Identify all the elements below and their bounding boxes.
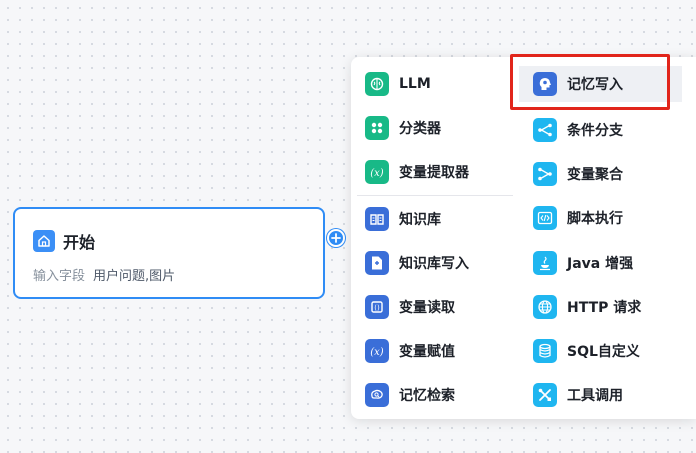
menu-item-http-request[interactable]: HTTP 请求 <box>519 289 682 325</box>
menu-item-label: 变量读取 <box>399 300 455 316</box>
input-field-value: 用户问题,图片 <box>93 269 176 284</box>
code-icon <box>533 206 557 230</box>
svg-text:(x): (x) <box>370 168 384 179</box>
book-icon <box>365 207 389 231</box>
database-icon <box>533 339 557 363</box>
tools-icon <box>533 383 557 407</box>
variable-x-icon: (x) <box>365 339 389 363</box>
menu-item-label: 脚本执行 <box>567 211 623 227</box>
menu-item-label: 变量聚合 <box>567 167 623 183</box>
start-node-input-field: 输入字段 用户问题,图片 <box>33 265 175 284</box>
menu-item-knowledge-base-write[interactable]: 知识库写入 <box>351 245 513 281</box>
grid-dots-icon <box>365 116 389 140</box>
brain-icon <box>365 72 389 96</box>
menu-item-memory-write[interactable]: 记忆写入 <box>519 66 682 102</box>
start-node[interactable]: 开始 输入字段 用户问题,图片 <box>13 207 325 299</box>
java-icon <box>533 251 557 275</box>
menu-item-memory-retrieval[interactable]: 记忆检索 <box>351 377 513 413</box>
menu-item-knowledge-base[interactable]: 知识库 <box>351 201 513 237</box>
menu-item-tool-call[interactable]: 工具调用 <box>519 377 682 413</box>
menu-item-label: 工具调用 <box>567 388 623 404</box>
menu-item-classifier[interactable]: 分类器 <box>351 110 513 146</box>
globe-icon <box>533 295 557 319</box>
menu-item-label: 知识库 <box>399 212 441 228</box>
menu-item-label: 知识库写入 <box>399 256 469 272</box>
menu-item-variable-extractor[interactable]: (x) 变量提取器 <box>351 154 513 190</box>
brain-search-icon <box>365 383 389 407</box>
start-node-header: 开始 <box>33 229 95 253</box>
menu-item-variable-aggregate[interactable]: 变量聚合 <box>519 156 682 192</box>
menu-item-label: LLM <box>399 76 431 92</box>
menu-item-java-enhance[interactable]: Java 增强 <box>519 245 682 281</box>
doc-add-icon <box>365 251 389 275</box>
input-field-label: 输入字段 <box>33 269 86 284</box>
menu-item-label: 变量提取器 <box>399 165 469 181</box>
menu-item-label: 分类器 <box>399 121 441 137</box>
menu-item-llm[interactable]: LLM <box>351 66 513 102</box>
variable-read-icon: () <box>365 295 389 319</box>
menu-item-label: 记忆写入 <box>567 77 623 93</box>
add-node-button[interactable] <box>327 229 345 247</box>
menu-item-label: 条件分支 <box>567 123 623 139</box>
menu-divider <box>357 195 513 196</box>
svg-text:(): () <box>374 304 380 312</box>
menu-item-script-exec[interactable]: 脚本执行 <box>519 200 682 236</box>
head-memory-icon <box>533 72 557 96</box>
plus-icon <box>331 233 341 243</box>
menu-item-sql-custom[interactable]: SQL自定义 <box>519 333 682 369</box>
menu-item-variable-read[interactable]: () 变量读取 <box>351 289 513 325</box>
svg-text:(x): (x) <box>370 347 384 358</box>
menu-item-label: 变量赋值 <box>399 344 455 360</box>
merge-icon <box>533 162 557 186</box>
menu-item-label: 记忆检索 <box>399 388 455 404</box>
menu-item-label: SQL自定义 <box>567 344 640 360</box>
home-icon <box>33 230 55 252</box>
menu-item-label: Java 增强 <box>567 256 634 272</box>
branch-icon <box>533 118 557 142</box>
menu-item-variable-assign[interactable]: (x) 变量赋值 <box>351 333 513 369</box>
menu-item-conditional-branch[interactable]: 条件分支 <box>519 112 682 148</box>
menu-item-label: HTTP 请求 <box>567 300 642 316</box>
start-node-title: 开始 <box>63 233 96 252</box>
variable-x-icon: (x) <box>365 160 389 184</box>
